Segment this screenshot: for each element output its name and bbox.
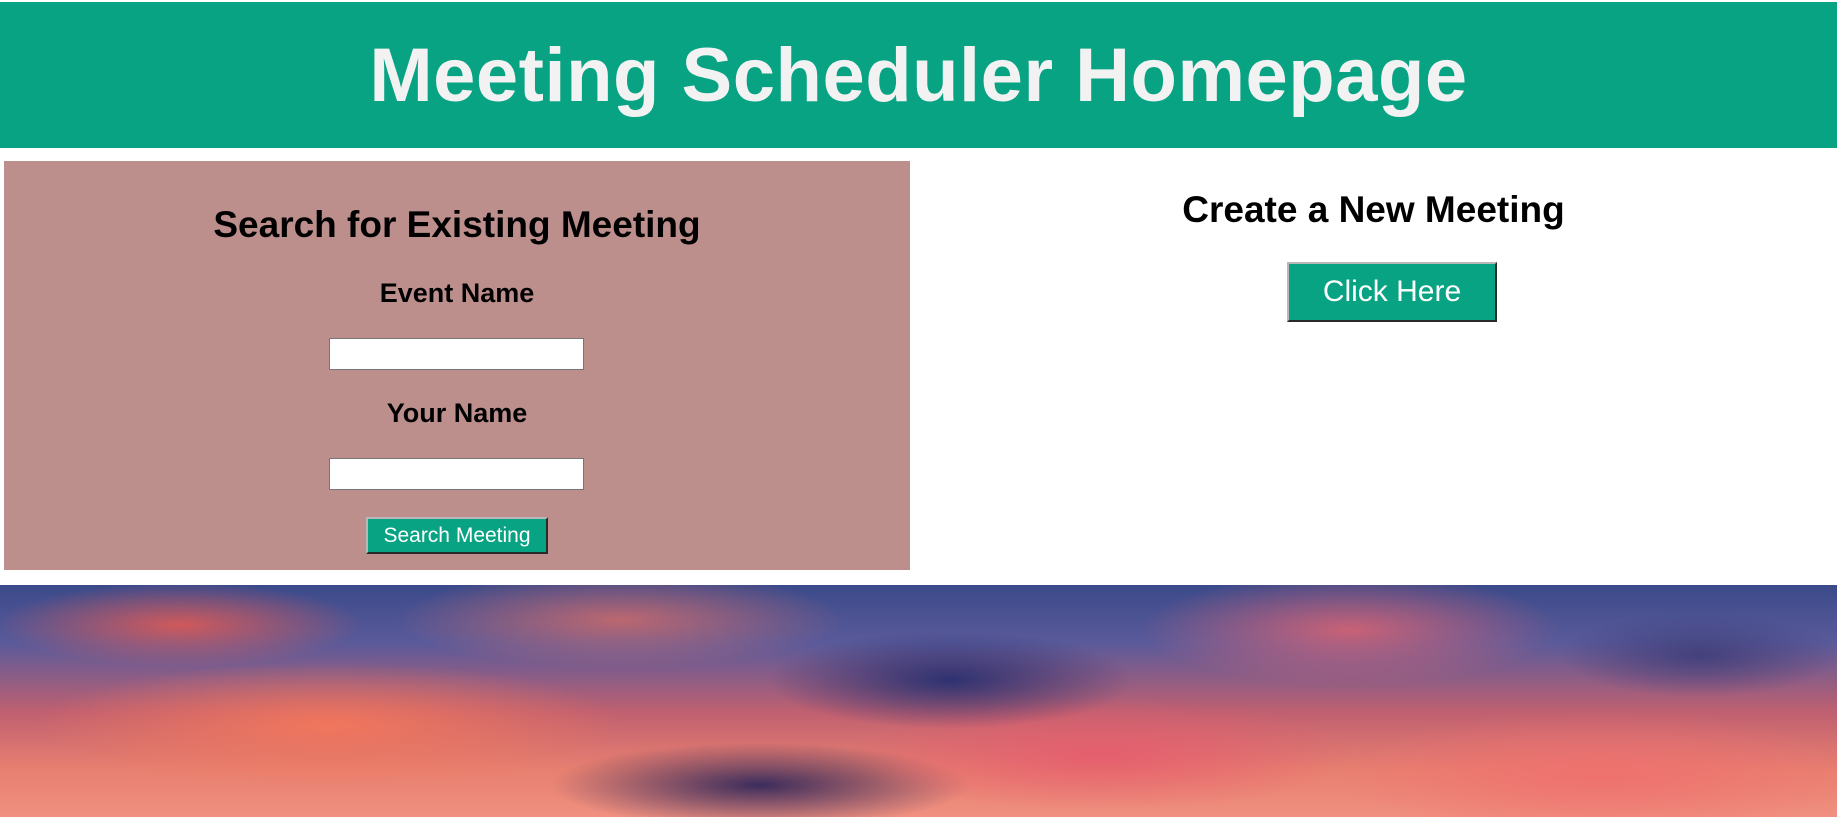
your-name-label: Your Name: [386, 398, 528, 428]
page: Meeting Scheduler Homepage Search for Ex…: [0, 0, 1837, 817]
page-header: Meeting Scheduler Homepage: [0, 2, 1837, 148]
search-meeting-button[interactable]: Search Meeting: [366, 517, 548, 554]
event-name-input[interactable]: [329, 338, 584, 370]
search-panel-heading: Search for Existing Meeting: [213, 204, 701, 245]
create-meeting-button[interactable]: Click Here: [1287, 262, 1497, 322]
page-title: Meeting Scheduler Homepage: [369, 32, 1468, 118]
create-panel-heading: Create a New Meeting: [1182, 189, 1565, 230]
your-name-input[interactable]: [329, 458, 584, 490]
sunset-sky-image: [0, 585, 1837, 817]
create-meeting-panel: Create a New Meeting Click Here: [910, 161, 1837, 570]
search-meeting-panel: Search for Existing Meeting Event Name Y…: [4, 161, 910, 570]
event-name-label: Event Name: [379, 278, 535, 308]
